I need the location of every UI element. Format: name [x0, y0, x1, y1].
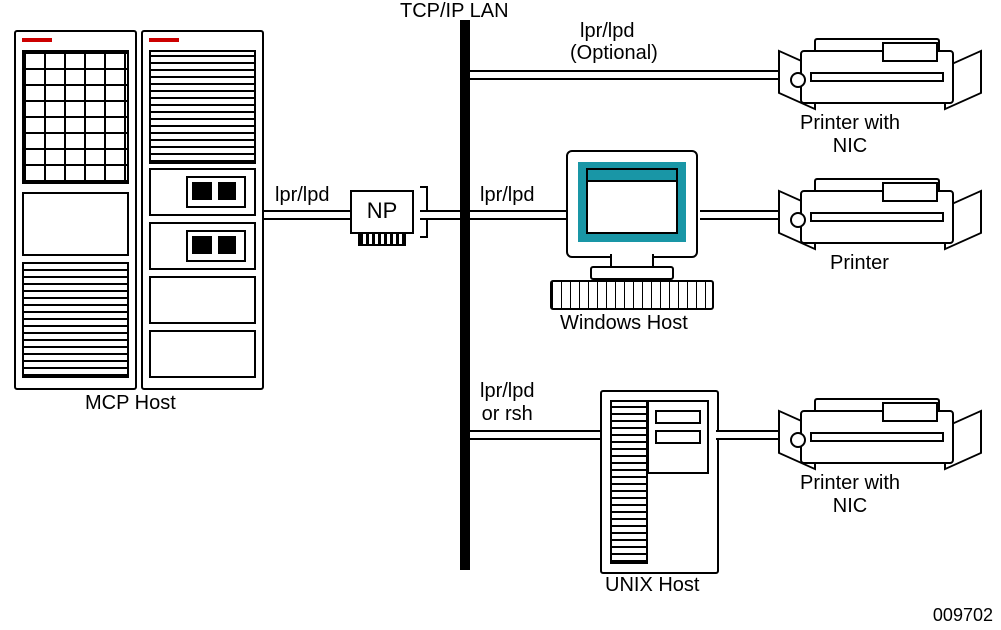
- lan-title: TCP/IP LAN: [400, 0, 509, 23]
- mcp-host-label: MCP Host: [85, 392, 176, 415]
- link-np-lan: [420, 210, 460, 220]
- link-lan-unix-label: lpr/lpd or rsh: [480, 380, 534, 426]
- tcpip-lan-bus: [460, 20, 470, 570]
- mcp-rack-right: [141, 30, 264, 390]
- link-lan-printer1: [470, 70, 790, 80]
- link-mcp-np: [264, 210, 350, 220]
- link-printer1-label-b: (Optional): [570, 42, 658, 65]
- mcp-host-icon: [14, 30, 264, 390]
- mcp-rack-left: [14, 30, 137, 390]
- printer-nic-2-label: Printer with NIC: [800, 472, 900, 518]
- link-lan-windows-label: lpr/lpd: [480, 184, 534, 207]
- printer-nic-1-label: Printer with NIC: [800, 112, 900, 158]
- link-mcp-np-label: lpr/lpd: [275, 184, 329, 207]
- printer-nic-1-icon: [780, 28, 980, 118]
- np-device-icon: NP: [350, 190, 420, 250]
- np-label: NP: [350, 190, 414, 234]
- windows-host-icon: [550, 150, 710, 310]
- link-printer1-label-a: lpr/lpd: [580, 20, 634, 43]
- windows-host-label: Windows Host: [560, 312, 688, 335]
- diagram-canvas: TCP/IP LAN MCP Host lpr/lpd NP lpr/lpd (…: [0, 0, 1001, 630]
- unix-host-icon: [600, 390, 719, 574]
- printer-mid-icon: [780, 168, 980, 258]
- printer-mid-label: Printer: [830, 252, 889, 275]
- unix-host-label: UNIX Host: [605, 574, 699, 597]
- printer-nic-2-icon: [780, 388, 980, 478]
- link-windows-printer: [700, 210, 790, 220]
- link-lan-unix: [470, 430, 600, 440]
- figure-number: 009702: [933, 605, 993, 626]
